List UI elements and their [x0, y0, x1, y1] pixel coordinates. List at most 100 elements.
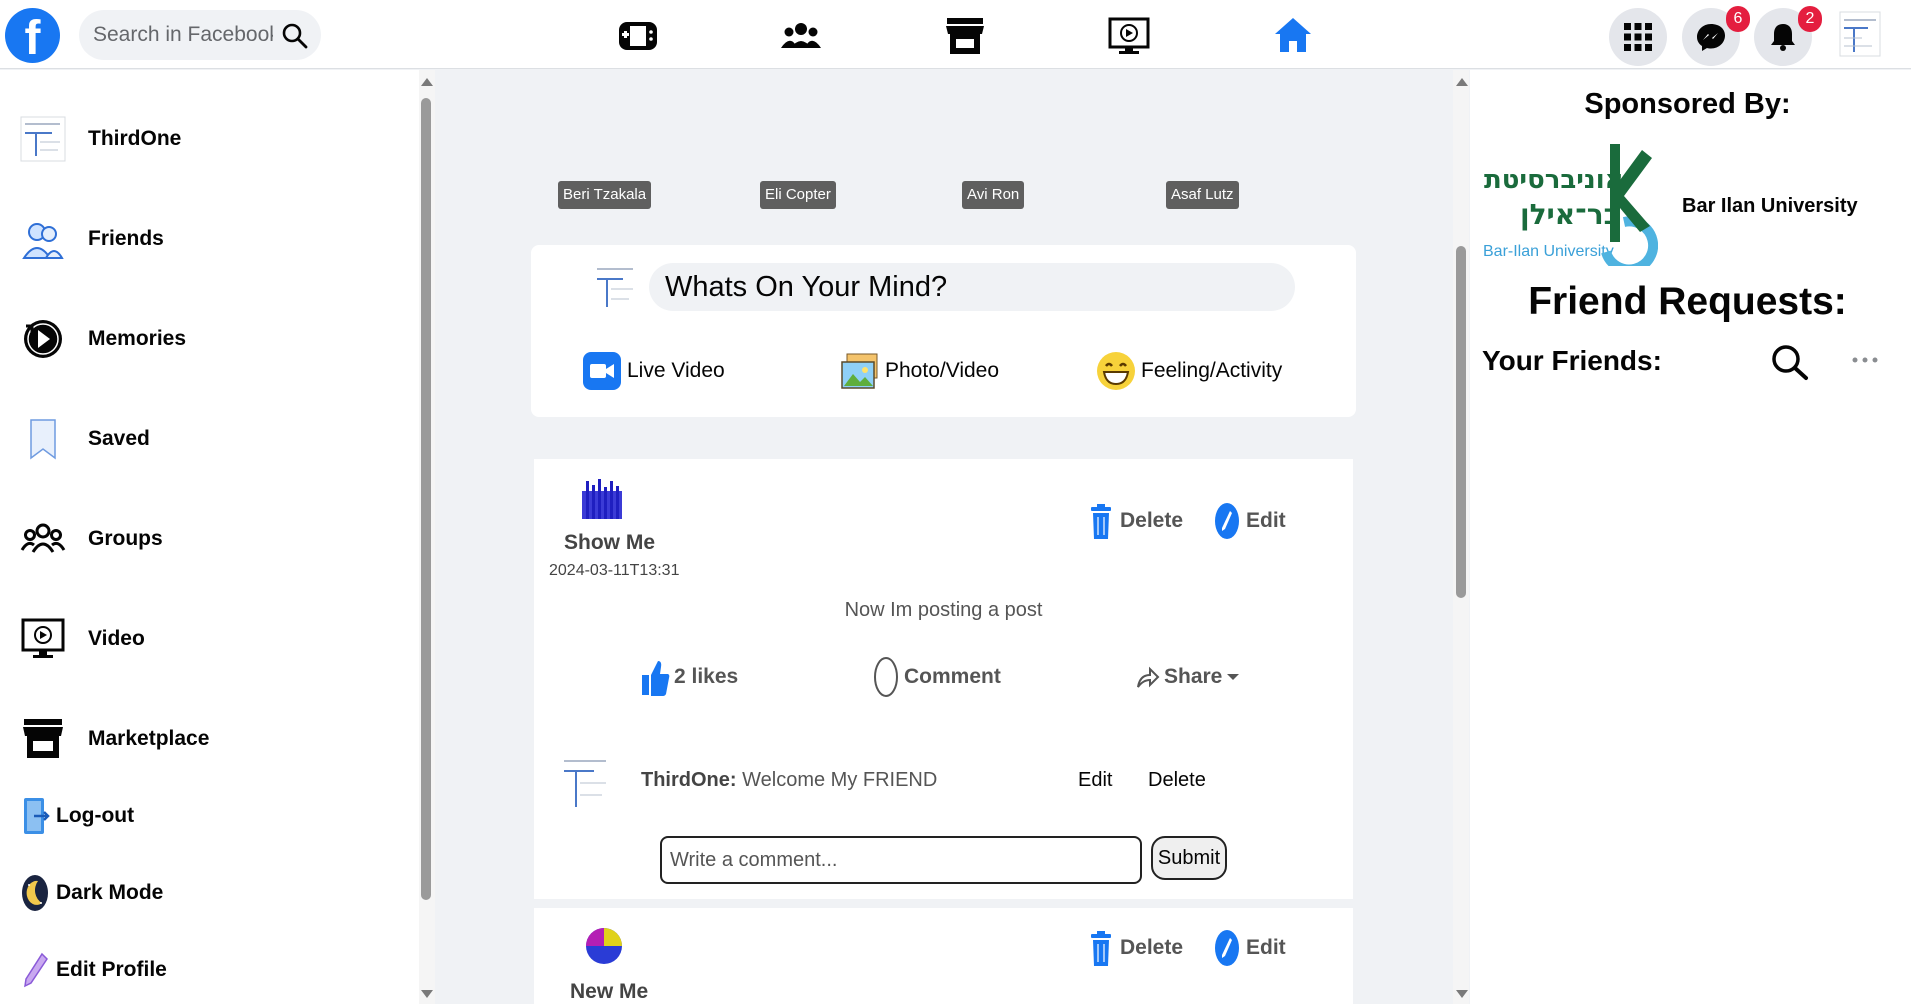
search-input[interactable]	[93, 10, 273, 60]
story-label[interactable]: Eli Copter	[760, 181, 836, 209]
post-timestamp: 2024-03-11T13:31	[549, 562, 680, 579]
scrollbar-thumb[interactable]	[1456, 246, 1466, 598]
dark-mode-label: Dark Mode	[56, 881, 164, 904]
messenger-badge: 6	[1726, 6, 1750, 32]
comment-text: ThirdOne: Welcome My FRIEND	[641, 769, 937, 792]
gaming-icon[interactable]	[616, 14, 660, 58]
logout-button[interactable]: Log-out	[20, 791, 134, 841]
edit-pencil-icon	[1215, 930, 1239, 966]
sidebar-item-memories[interactable]: Memories	[20, 314, 186, 364]
post-author-name[interactable]: New Me	[570, 980, 648, 1004]
feed-scrollbar[interactable]	[1453, 70, 1469, 1004]
memories-icon	[24, 320, 62, 358]
caret-down-icon	[1227, 674, 1240, 680]
story-label[interactable]: Asaf Lutz	[1166, 181, 1239, 209]
news-feed: Beri Tzakala Eli Copter Avi Ron Asaf Lut…	[436, 70, 1453, 1004]
friends-icon	[22, 223, 64, 259]
scroll-down-arrow[interactable]	[1456, 990, 1468, 998]
search-friends-icon[interactable]	[1768, 342, 1810, 384]
edit-profile-button[interactable]: Edit Profile	[20, 945, 167, 995]
post-author-avatar	[586, 928, 622, 964]
dark-mode-toggle[interactable]: Dark Mode	[20, 868, 163, 918]
profile-avatar[interactable]	[1838, 8, 1882, 60]
sidebar-item-label: Marketplace	[88, 727, 210, 750]
edit-post-button[interactable]: Edit	[1214, 928, 1286, 968]
feeling-activity-label: Feeling/Activity	[1141, 359, 1283, 382]
sidebar-item-marketplace[interactable]: Marketplace	[20, 714, 209, 764]
home-nav-icon[interactable]	[1271, 14, 1315, 58]
search-icon[interactable]	[281, 22, 309, 50]
groups-nav-icon[interactable]	[779, 14, 823, 58]
your-friends-title: Your Friends:	[1482, 345, 1662, 376]
feeling-activity-button[interactable]: Feeling/Activity	[1095, 349, 1282, 393]
notifications-button[interactable]: 2	[1754, 6, 1822, 66]
facebook-logo[interactable]: f	[5, 8, 60, 63]
story-label[interactable]: Beri Tzakala	[558, 181, 652, 209]
scrollbar-thumb[interactable]	[421, 98, 431, 900]
sidebar-item-label: Video	[88, 627, 145, 650]
sponsor-name[interactable]: Bar Ilan University	[1682, 195, 1858, 218]
left-sidebar: ThirdOne Friends Memories Saved Groups V…	[0, 70, 435, 1004]
edit-post-button[interactable]: Edit	[1214, 501, 1286, 541]
story-label[interactable]: Avi Ron	[962, 181, 1025, 209]
thumbs-up-icon	[642, 661, 670, 696]
video-nav-icon[interactable]	[1107, 14, 1151, 58]
edit-comment-button[interactable]: Edit	[1078, 769, 1112, 792]
sidebar-item-friends[interactable]: Friends	[20, 214, 164, 264]
live-video-icon	[583, 352, 621, 390]
marketplace-nav-icon[interactable]	[943, 14, 987, 58]
photo-video-button[interactable]: Photo/Video	[839, 349, 999, 393]
friend-requests-title: Friend Requests:	[1528, 280, 1847, 323]
messenger-icon	[1697, 24, 1725, 51]
smiley-icon	[1097, 352, 1135, 390]
scroll-up-arrow[interactable]	[1456, 78, 1468, 86]
sidebar-item-groups[interactable]: Groups	[20, 514, 163, 564]
scroll-up-arrow[interactable]	[421, 78, 433, 86]
sidebar-item-saved[interactable]: Saved	[20, 414, 150, 464]
messenger-button[interactable]: 6	[1682, 6, 1750, 66]
sidebar-item-label: Saved	[88, 427, 150, 450]
bookmark-icon	[30, 419, 56, 460]
bar-ilan-university-logo[interactable]: אוניברסיטת בר־אילן Bar-Ilan University	[1482, 140, 1658, 266]
comment-item: ThirdOne: Welcome My FRIEND Edit Delete	[558, 749, 1338, 813]
bell-icon	[1771, 24, 1795, 51]
comment-input[interactable]	[660, 836, 1142, 884]
post-text: Now Im posting a post	[844, 599, 1043, 621]
share-icon	[1137, 666, 1160, 688]
comment-button[interactable]: Comment	[872, 655, 1001, 699]
commenter-avatar	[560, 751, 612, 811]
trash-icon	[1091, 504, 1111, 539]
delete-post-button[interactable]: Delete	[1088, 928, 1183, 968]
sidebar-item-video[interactable]: Video	[20, 614, 145, 664]
pencil-icon	[24, 952, 48, 988]
live-video-button[interactable]: Live Video	[581, 349, 725, 393]
submit-comment-button[interactable]: Submit	[1151, 836, 1227, 880]
post-author-name[interactable]: Show Me	[564, 531, 655, 555]
moon-icon	[22, 875, 48, 911]
whats-on-your-mind-input[interactable]: Whats On Your Mind?	[649, 263, 1295, 311]
sidebar-scrollbar[interactable]	[419, 70, 435, 1004]
post-card: Show Me 2024-03-11T13:31 Delete Edit Now…	[534, 459, 1353, 899]
menu-button[interactable]	[1609, 8, 1667, 66]
user-avatar	[594, 261, 638, 313]
comment-author[interactable]: ThirdOne:	[641, 769, 737, 791]
more-options-icon[interactable]	[1850, 345, 1880, 375]
sponsored-title: Sponsored By:	[1584, 88, 1791, 120]
sidebar-item-label: Groups	[88, 527, 163, 550]
post-author-avatar	[582, 479, 622, 519]
delete-comment-button[interactable]: Delete	[1148, 769, 1206, 792]
share-button[interactable]: Share	[1134, 655, 1244, 699]
groups-icon	[20, 523, 66, 553]
sidebar-item-profile[interactable]: ThirdOne	[20, 114, 181, 164]
scroll-down-arrow[interactable]	[421, 990, 433, 998]
logout-icon	[24, 798, 50, 834]
grid-menu-icon	[1624, 23, 1652, 51]
edit-pencil-icon	[1215, 503, 1239, 539]
like-button[interactable]: 2 likes	[640, 655, 738, 699]
delete-post-button[interactable]: Delete	[1088, 501, 1183, 541]
delete-label: Delete	[1120, 936, 1184, 959]
share-label: Share	[1164, 665, 1223, 688]
marketplace-icon	[23, 719, 63, 758]
sidebar-item-label: ThirdOne	[88, 127, 182, 150]
notifications-badge: 2	[1798, 6, 1822, 32]
